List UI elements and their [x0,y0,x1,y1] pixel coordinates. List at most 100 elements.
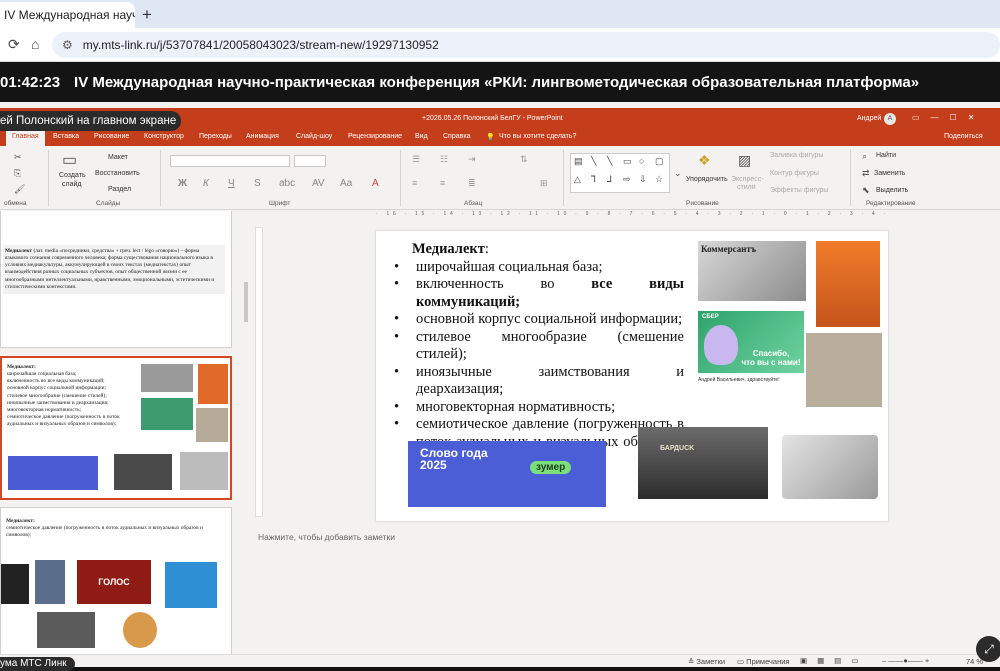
thumbnail-body: семиотическое давление (погруженность в … [6,525,203,539]
rounded-rect-shape-icon[interactable]: ▢ [655,156,664,167]
quick-styles-icon[interactable]: ▨ [738,152,751,169]
cursor-icon[interactable]: ⬉ [862,185,870,196]
avatar[interactable]: А [884,113,896,125]
line-shape-icon[interactable]: ╲ [607,156,612,167]
oval-shape-icon[interactable]: ○ [639,156,644,166]
zoomer-badge: зумер [530,461,572,474]
view-buttons[interactable]: ▣▦▤▭ [800,656,868,665]
comments-toggle[interactable]: ▭ Примечания [737,657,789,666]
new-slide-icon[interactable]: ▭ [62,150,77,170]
cartoon-image [806,333,882,407]
tab-home[interactable]: Главная [6,131,45,146]
quick-styles-label-1[interactable]: Экспресс- [731,176,764,183]
infographic-image [165,562,217,608]
slide-canvas[interactable]: Медиалект: широчайшая социальная база; в… [376,231,888,521]
tab-review[interactable]: Рецензирование [348,133,402,140]
slide-thumbnail-2[interactable]: Медиалект: широчайшая социальная база; в… [0,356,232,500]
arrow-shape-icon[interactable]: ⇩ [639,174,647,185]
window-controls[interactable]: ▭—☐✕ [912,113,985,122]
replace-button[interactable]: Заменить [874,170,905,177]
spacing-icon[interactable]: AV [312,178,325,189]
tab-view[interactable]: Вид [415,133,428,140]
numbering-icon[interactable]: ☷ [440,154,448,165]
text-direction-icon[interactable]: ⇅ [520,154,528,165]
tab-insert[interactable]: Вставка [53,133,79,140]
notes-toggle[interactable]: ≙ Заметки [688,657,725,666]
tab-draw[interactable]: Рисование [94,133,129,140]
shape-effects-button[interactable]: Эффекты фигуры [770,187,828,194]
url-field[interactable]: ⚙ my.mts-link.ru/j/53707841/20058043023/… [52,32,1000,58]
tab-slideshow[interactable]: Слайд-шоу [296,133,332,140]
italic-icon[interactable]: К [203,178,209,189]
browser-tab[interactable]: IV Международная научно 🔊 ✕ [0,2,135,28]
arrange-icon[interactable]: ❖ [698,152,711,169]
shapes-gallery[interactable]: ▤ ╲ ╲ ▭ ○ ▢ △ ⅂ ⅃ ⇨ ⇩ ☆ [570,153,670,193]
font-color-icon[interactable]: A [372,178,379,189]
font-size-combo[interactable] [294,155,326,167]
cut-icon[interactable]: ✂ [14,152,22,163]
arrow-shape-icon[interactable]: ⇨ [623,174,631,185]
arrange-button[interactable]: Упорядочить [686,176,728,183]
bullets-icon[interactable]: ☰ [412,154,420,165]
share-button[interactable]: Поделиться [944,133,983,140]
copy-icon[interactable]: ⎘ [14,168,21,179]
new-slide-label-2[interactable]: слайд [62,181,81,188]
indent-icon[interactable]: ⇥ [468,154,476,165]
slide-title-text: Медиалект [412,241,485,257]
site-settings-icon[interactable]: ⚙ [62,38,73,52]
tab-transitions[interactable]: Переходы [199,133,232,140]
justify-icon[interactable]: ≣ [468,178,476,189]
fullscreen-icon[interactable]: ⤢ [976,636,1000,662]
tab-animation[interactable]: Анимация [246,133,279,140]
tell-me-field[interactable]: Что вы хотите сделать? [499,133,576,140]
case-icon[interactable]: Aa [340,178,352,189]
strikethrough-icon[interactable]: abc [279,178,295,189]
underline-icon[interactable]: Ч [228,178,235,189]
ribbon-divider [563,150,564,206]
shadow-icon[interactable]: S [254,178,261,189]
new-slide-label-1[interactable]: Создать [59,172,86,179]
new-tab-icon[interactable]: + [142,5,152,25]
star-shape-icon[interactable]: ☆ [655,174,663,185]
group-paragraph: Абзац [464,200,483,207]
thumbnails-scrollbar[interactable] [244,282,248,322]
notes-placeholder[interactable]: Нажмите, чтобы добавить заметки [258,532,395,542]
slide-thumbnail-3[interactable]: Медиалект: семиотическое давление (погру… [0,507,232,657]
search-icon[interactable]: ⌕ [862,151,867,162]
shape-fill-button[interactable]: Заливка фигуры [770,152,823,159]
sticker-image [123,612,157,648]
group-slides: Слайды [96,200,121,207]
select-button[interactable]: Выделить [876,187,908,194]
home-icon[interactable]: ⌂ [31,36,39,52]
layout-button[interactable]: Макет [108,154,128,161]
reload-icon[interactable]: ⟳ [8,36,20,53]
format-painter-icon[interactable]: 🖌 [14,184,25,195]
textbox-shape-icon[interactable]: ▤ [574,156,583,167]
slide-thumbnail-1[interactable]: Медиалект (лат. media «посредники, средс… [0,211,232,348]
replace-icon[interactable]: ⇄ [862,168,870,179]
rectangle-shape-icon[interactable]: ▭ [623,156,632,167]
shape-outline-button[interactable]: Контур фигуры [770,170,819,177]
user-name: Андрей [857,115,882,122]
chevron-down-icon[interactable]: ⌄ [674,168,682,179]
find-button[interactable]: Найти [876,152,896,159]
barbershop-image [114,454,172,490]
bold-icon[interactable]: Ж [178,178,187,189]
zoom-slider[interactable]: – ——●—— + [882,656,929,665]
tab-design[interactable]: Конструктор [144,133,184,140]
section-button[interactable]: Раздел [108,186,131,193]
connector-shape-icon[interactable]: ⅂ [591,174,596,185]
slide-thumbnails-pane: Медиалект (лат. media «посредники, средс… [0,211,246,667]
thumbnail-title: Медиалект [7,364,35,370]
triangle-shape-icon[interactable]: △ [574,174,581,185]
align-left-icon[interactable]: ≡ [412,178,417,188]
align-center-icon[interactable]: ≡ [440,178,445,188]
smartart-icon[interactable]: ⊞ [540,178,548,189]
reset-button[interactable]: Восстановить [95,170,140,177]
notes-toggle-label: Заметки [696,657,726,666]
line-shape-icon[interactable]: ╲ [591,156,596,167]
connector-shape-icon[interactable]: ⅃ [607,174,612,185]
tab-help[interactable]: Справка [443,133,470,140]
font-family-combo[interactable] [170,155,290,167]
quick-styles-label-2[interactable]: стили [737,184,756,191]
